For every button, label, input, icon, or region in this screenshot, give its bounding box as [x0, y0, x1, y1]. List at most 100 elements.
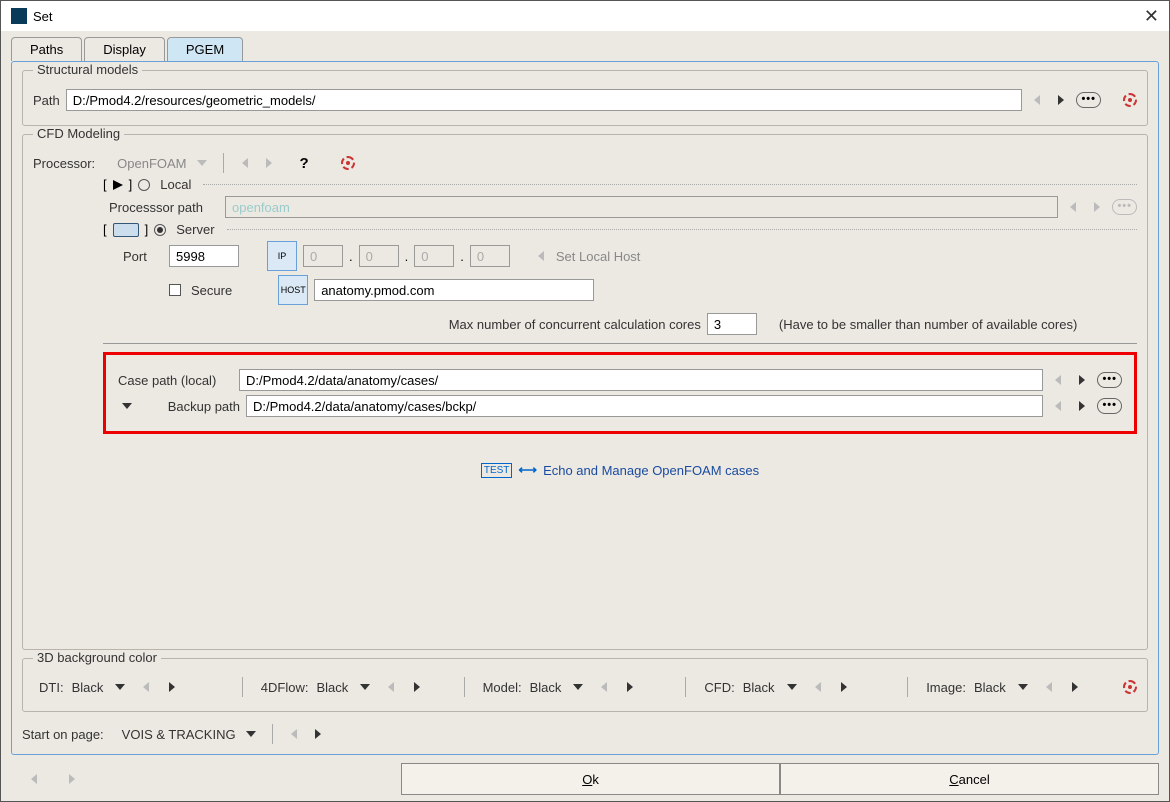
target-icon[interactable] — [1123, 93, 1137, 107]
legend-structural: Structural models — [33, 62, 142, 77]
dropdown-icon[interactable] — [242, 726, 260, 742]
close-icon[interactable]: ✕ — [1144, 6, 1159, 27]
highlighted-paths: Case path (local) ••• Backup path — [103, 352, 1137, 434]
tab-paths[interactable]: Paths — [11, 37, 82, 61]
app-icon — [11, 8, 27, 24]
legend-cfd: CFD Modeling — [33, 126, 124, 141]
dti-label: DTI: — [39, 680, 64, 695]
maxcores-label: Max number of concurrent calculation cor… — [449, 317, 701, 332]
next-icon[interactable] — [163, 679, 181, 695]
page-prev-icon[interactable] — [25, 771, 43, 787]
prev-icon[interactable] — [595, 679, 613, 695]
casepath-input[interactable] — [239, 369, 1043, 391]
bracket: [ — [103, 222, 107, 237]
backuppath-input[interactable] — [246, 395, 1043, 417]
casepath-label: Case path (local) — [118, 373, 233, 388]
group-bg-color: 3D background color DTI: Black 4DFlow: B… — [22, 658, 1148, 712]
tab-bar: Paths Display PGEM — [11, 37, 1159, 61]
server-radio[interactable] — [154, 224, 166, 236]
browse-icon[interactable]: ••• — [1076, 92, 1101, 108]
next-icon[interactable] — [1052, 92, 1070, 108]
next-icon — [1088, 199, 1106, 215]
target-icon[interactable] — [1123, 680, 1137, 694]
cfd-value: Black — [743, 680, 775, 695]
window-title: Set — [33, 9, 53, 24]
next-icon[interactable] — [1073, 372, 1091, 388]
dropdown-icon[interactable] — [1014, 679, 1032, 695]
ip-seg-1 — [359, 245, 399, 267]
dropdown-icon[interactable] — [569, 679, 587, 695]
next-icon[interactable] — [621, 679, 639, 695]
target-icon[interactable] — [341, 156, 355, 170]
flow-label: 4DFlow: — [261, 680, 309, 695]
prev-icon[interactable] — [236, 155, 254, 171]
port-input[interactable] — [169, 245, 239, 267]
tab-pgem[interactable]: PGEM — [167, 37, 243, 61]
model-value: Black — [530, 680, 562, 695]
processor-value: OpenFOAM — [117, 156, 186, 171]
prev-icon[interactable] — [1049, 398, 1067, 414]
next-icon[interactable] — [309, 726, 327, 742]
help-icon[interactable]: ? — [300, 155, 309, 172]
processor-label: Processor: — [33, 156, 95, 171]
bracket: [ — [103, 177, 107, 192]
host-input[interactable] — [314, 279, 594, 301]
dropdown-icon[interactable] — [356, 679, 374, 695]
processor-dropdown-icon[interactable] — [193, 155, 211, 171]
model-label: Model: — [483, 680, 522, 695]
group-cfd-modeling: CFD Modeling Processor: OpenFOAM ? — [22, 134, 1148, 650]
prev-icon — [532, 248, 550, 264]
browse-icon[interactable]: ••• — [1097, 372, 1122, 388]
prev-icon[interactable] — [1040, 679, 1058, 695]
next-icon[interactable] — [835, 679, 853, 695]
link-icon: ⟷ — [518, 462, 537, 478]
echo-manage-link[interactable]: Echo and Manage OpenFOAM cases — [543, 463, 759, 478]
secure-checkbox[interactable] — [169, 284, 181, 296]
dropdown-icon[interactable] — [783, 679, 801, 695]
prev-icon[interactable] — [1049, 372, 1067, 388]
bracket: ] — [145, 222, 149, 237]
dropdown-icon[interactable] — [111, 679, 129, 695]
server-label: Server — [176, 222, 214, 237]
maxcores-input[interactable] — [707, 313, 757, 335]
next-icon[interactable] — [1066, 679, 1084, 695]
local-label: Local — [160, 177, 191, 192]
backuppath-label: Backup path — [142, 399, 240, 414]
image-value: Black — [974, 680, 1006, 695]
set-local-host-link[interactable]: Set Local Host — [556, 249, 641, 264]
page-next-icon[interactable] — [63, 771, 81, 787]
flag-icon — [113, 180, 123, 190]
prev-icon[interactable] — [382, 679, 400, 695]
prev-icon[interactable] — [1028, 92, 1046, 108]
ip-seg-3 — [470, 245, 510, 267]
structural-path-input[interactable] — [66, 89, 1023, 111]
next-icon[interactable] — [1073, 398, 1091, 414]
next-icon[interactable] — [260, 155, 278, 171]
cancel-button[interactable]: Cancel — [780, 763, 1159, 795]
maxcores-note: (Have to be smaller than number of avail… — [779, 317, 1077, 332]
ip-seg-0 — [303, 245, 343, 267]
startpage-value: VOIS & TRACKING — [122, 727, 236, 742]
browse-icon[interactable]: ••• — [1097, 398, 1122, 414]
startpage-label: Start on page: — [22, 727, 104, 742]
prev-icon[interactable] — [285, 726, 303, 742]
expand-icon[interactable] — [118, 398, 136, 414]
tab-display[interactable]: Display — [84, 37, 165, 61]
cfd-label: CFD: — [704, 680, 734, 695]
port-label: Port — [123, 249, 163, 264]
ok-button[interactable]: Ok — [401, 763, 780, 795]
prev-icon — [1064, 199, 1082, 215]
bracket: ] — [129, 177, 133, 192]
flow-value: Black — [316, 680, 348, 695]
next-icon[interactable] — [408, 679, 426, 695]
ip-icon[interactable]: IP — [267, 241, 297, 271]
host-icon[interactable]: HOST — [278, 275, 308, 305]
prev-icon[interactable] — [809, 679, 827, 695]
path-label: Path — [33, 93, 60, 108]
group-structural-models: Structural models Path ••• — [22, 70, 1148, 126]
dti-value: Black — [72, 680, 104, 695]
server-icon — [113, 223, 139, 237]
prev-icon[interactable] — [137, 679, 155, 695]
local-radio[interactable] — [138, 179, 150, 191]
legend-bgcolor: 3D background color — [33, 650, 161, 665]
